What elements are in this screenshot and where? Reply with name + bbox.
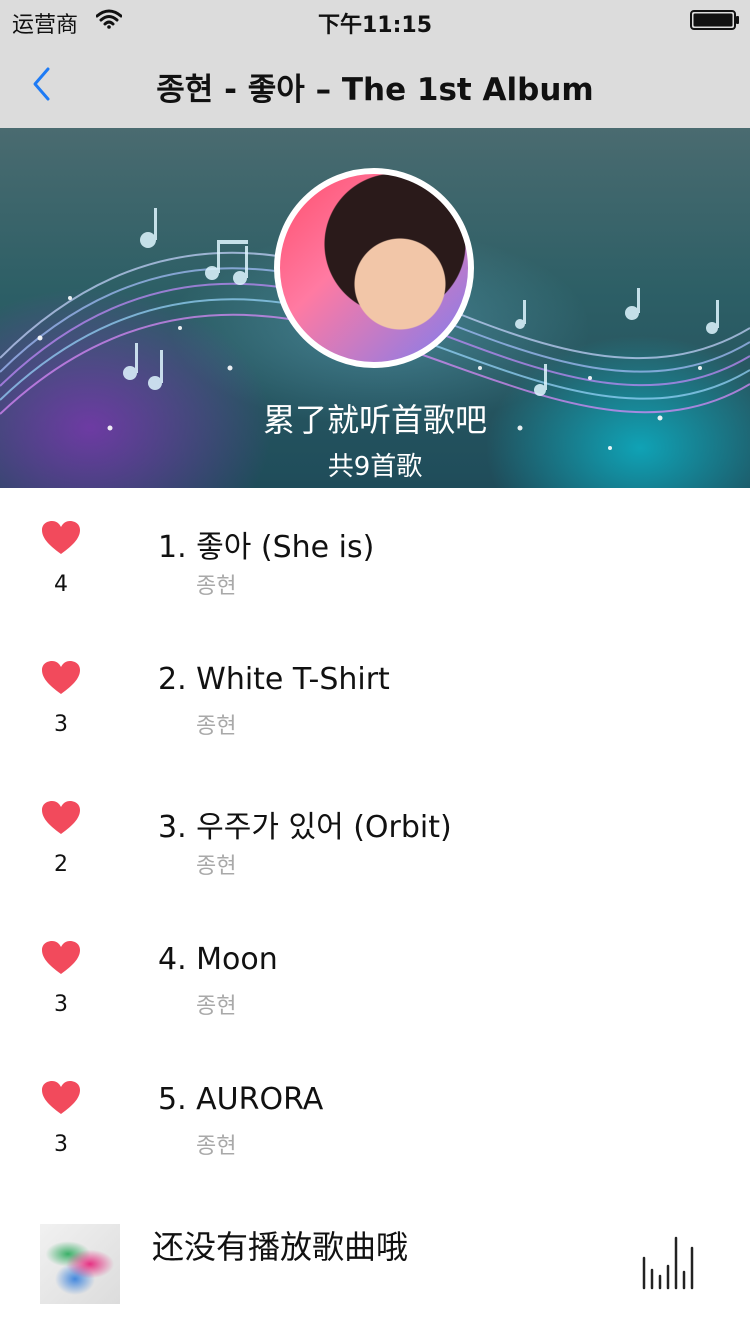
navigation-bar: 종현 - 좋아 – The 1st Album xyxy=(0,40,750,128)
header-subtitle: 累了就听首歌吧 xyxy=(262,401,487,439)
song-title: 1. 좋아 (She is) xyxy=(158,530,375,565)
album-avatar xyxy=(274,168,474,368)
like-count: 3 xyxy=(54,712,68,737)
battery-icon xyxy=(690,10,739,30)
song-artist: 종현 xyxy=(196,714,237,739)
playlist-bars-icon[interactable] xyxy=(638,1236,702,1290)
heart-icon[interactable] xyxy=(41,660,81,696)
heart-icon[interactable] xyxy=(41,800,81,836)
song-row[interactable]: 3 2. White T-Shirt 종현 xyxy=(0,628,750,768)
song-row[interactable]: 3 5. AURORA 종현 xyxy=(0,1048,750,1188)
status-bar: 运营商 下午11:15 xyxy=(0,0,750,40)
like-count: 4 xyxy=(54,572,68,597)
song-title: 4. Moon xyxy=(158,942,278,977)
heart-icon[interactable] xyxy=(41,1080,81,1116)
page-title: 종현 - 좋아 – The 1st Album xyxy=(156,72,594,108)
song-title: 2. White T-Shirt xyxy=(158,662,390,697)
song-title: 3. 우주가 있어 (Orbit) xyxy=(158,810,452,845)
mini-player-bar[interactable]: 还没有播放歌曲哦 xyxy=(0,1200,750,1334)
player-status-text: 还没有播放歌曲哦 xyxy=(152,1228,409,1266)
player-cover-art[interactable] xyxy=(40,1224,120,1304)
heart-icon[interactable] xyxy=(41,940,81,976)
like-count: 3 xyxy=(54,1132,68,1157)
like-count: 3 xyxy=(54,992,68,1017)
song-artist: 종현 xyxy=(196,854,237,879)
song-count-label: 共9首歌 xyxy=(327,452,423,482)
status-time: 下午11:15 xyxy=(317,13,433,38)
song-artist: 종현 xyxy=(196,574,237,599)
song-row[interactable]: 2 3. 우주가 있어 (Orbit) 종현 xyxy=(0,768,750,908)
album-header-banner: 累了就听首歌吧 共9首歌 xyxy=(0,128,750,488)
song-title: 5. AURORA xyxy=(158,1082,324,1117)
song-artist: 종현 xyxy=(196,994,237,1019)
like-count: 2 xyxy=(54,852,68,877)
song-row[interactable]: 4 1. 좋아 (She is) 종현 xyxy=(0,488,750,628)
song-artist: 종현 xyxy=(196,1134,237,1159)
heart-icon[interactable] xyxy=(41,520,81,556)
song-row[interactable]: 3 4. Moon 종현 xyxy=(0,908,750,1048)
